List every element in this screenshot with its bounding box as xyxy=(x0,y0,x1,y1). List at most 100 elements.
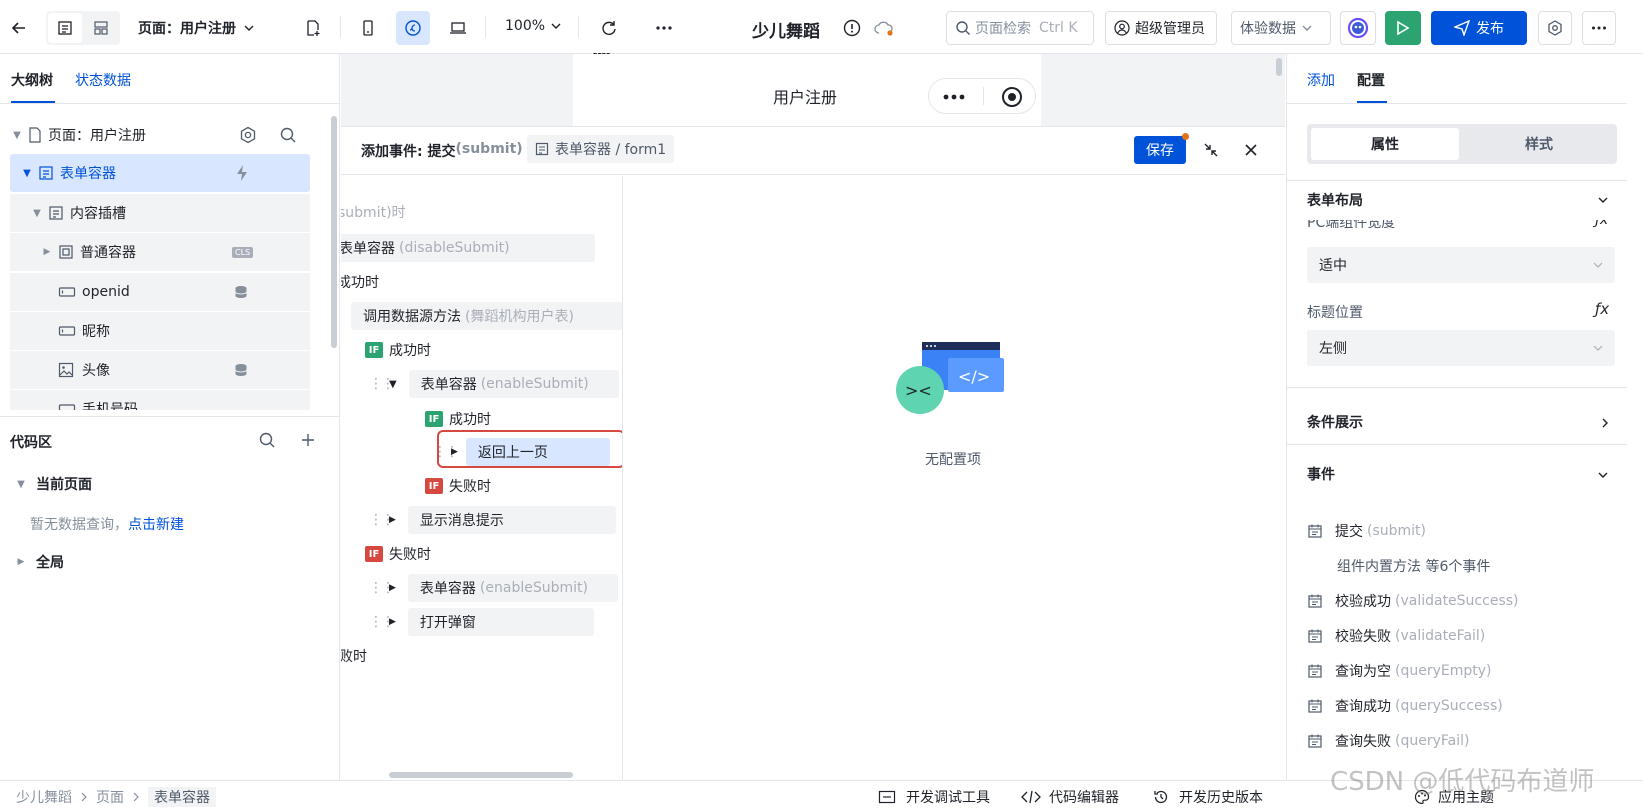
event-item-validate-success[interactable]: 校验成功 (validateSuccess) xyxy=(1307,589,1519,613)
caret-down-icon[interactable]: ▼ xyxy=(389,379,397,390)
pc-width-select[interactable]: 适中 xyxy=(1307,247,1615,283)
desktop-view-icon[interactable] xyxy=(441,11,475,45)
caret-right-icon[interactable]: ▶ xyxy=(40,247,54,257)
toolbar-divider xyxy=(340,16,341,38)
page-selector[interactable]: 页面：用户注册 xyxy=(138,18,254,38)
tree-item-form-container[interactable]: ▼ 表单容器 xyxy=(10,154,310,192)
action-open-modal-row[interactable]: ⋮⋮ ▶ 打开弹窗 xyxy=(369,608,594,636)
more-menu-icon[interactable] xyxy=(1582,11,1616,45)
seg-styles[interactable]: 样式 xyxy=(1465,128,1613,160)
drag-handle-icon[interactable]: ⋮⋮ xyxy=(369,512,395,528)
history-button[interactable]: 开发历史版本 xyxy=(1153,787,1263,807)
caret-down-icon[interactable]: ▼ xyxy=(10,130,24,141)
cloud-sync-icon[interactable] xyxy=(874,18,896,38)
tree-item-content-slot[interactable]: ▼ 内容插槽 xyxy=(10,194,310,232)
tree-item-page[interactable]: ▼ 页面：用户注册 xyxy=(10,116,310,154)
formula-icon[interactable]: ƒx xyxy=(1595,300,1609,318)
capsule-close-icon[interactable] xyxy=(1001,86,1023,108)
action-enable-submit[interactable]: 表单容器 (enableSubmit) xyxy=(408,370,619,398)
plus-icon[interactable] xyxy=(299,431,317,449)
event-item-builtin[interactable]: 组件内置方法 等6个事件 xyxy=(1337,554,1490,578)
mobile-view-icon[interactable] xyxy=(351,11,385,45)
back-arrow-icon[interactable] xyxy=(2,11,36,45)
grid-view-icon[interactable] xyxy=(84,13,118,43)
tree-scrollbar[interactable] xyxy=(331,116,337,348)
miniprogram-view-icon[interactable] xyxy=(396,11,430,45)
global-group[interactable]: ▶ 全局 xyxy=(14,552,64,572)
code-editor-button[interactable]: 代码编辑器 xyxy=(1021,787,1119,807)
events-header[interactable]: 事件 xyxy=(1307,464,1335,484)
devtools-button[interactable]: 开发调试工具 xyxy=(878,787,990,807)
tab-outline-tree[interactable]: 大纲树 xyxy=(11,70,53,90)
formula-icon[interactable]: ƒx xyxy=(1595,220,1607,228)
tree-item-openid[interactable]: openid xyxy=(10,273,310,311)
collapse-icon[interactable] xyxy=(1203,142,1219,158)
flow-trigger[interactable]: submit)时 xyxy=(341,198,406,226)
preview-button[interactable] xyxy=(1385,11,1421,45)
tab-state-data[interactable]: 状态数据 xyxy=(75,70,131,90)
refresh-icon[interactable] xyxy=(592,11,626,45)
action-enable-submit-row[interactable]: ⋮⋮ ▼ 表单容器 (enableSubmit) xyxy=(369,370,619,398)
search-icon[interactable] xyxy=(258,431,276,449)
horizontal-scrollbar[interactable] xyxy=(389,772,573,778)
search-icon[interactable] xyxy=(279,126,297,144)
breadcrumb-item[interactable]: 页面 xyxy=(96,787,124,807)
event-item-submit[interactable]: 提交 (submit) xyxy=(1307,519,1426,543)
tab-add[interactable]: 添加 xyxy=(1307,70,1335,90)
event-item-query-empty[interactable]: 查询为空 (queryEmpty) xyxy=(1307,659,1491,683)
event-item-query-fail[interactable]: 查询失败 (queryFail) xyxy=(1307,729,1469,753)
zoom-select[interactable]: 100% xyxy=(505,18,561,34)
chevron-down-icon[interactable] xyxy=(1597,194,1609,206)
event-item-validate-fail[interactable]: 校验失败 (validateFail) xyxy=(1307,624,1485,648)
caret-down-icon[interactable]: ▼ xyxy=(14,479,28,490)
chevron-right-icon[interactable] xyxy=(1599,417,1611,429)
title-position-select[interactable]: 左侧 xyxy=(1307,330,1615,366)
action-call-datasource[interactable]: 调用数据源方法 (舞蹈机构用户表) xyxy=(351,302,622,330)
save-button[interactable]: 保存 xyxy=(1134,136,1186,164)
action-show-toast[interactable]: 显示消息提示 xyxy=(407,506,616,534)
more-icon[interactable] xyxy=(647,11,681,45)
drag-handle-icon[interactable]: ⋮⋮ xyxy=(369,614,395,630)
caret-right-icon[interactable]: ▶ xyxy=(14,557,28,567)
caret-right-icon[interactable]: ▶ xyxy=(389,617,396,627)
tab-config[interactable]: 配置 xyxy=(1357,70,1385,90)
tree-item-container[interactable]: ▶ 普通容器 CLS xyxy=(10,233,310,271)
ai-assistant-icon[interactable] xyxy=(1340,11,1376,45)
page-search-input[interactable]: 页面检索 Ctrl K xyxy=(946,11,1094,45)
info-icon[interactable] xyxy=(842,18,862,38)
admin-button[interactable]: 超级管理员 xyxy=(1105,11,1217,45)
gear-icon[interactable] xyxy=(239,126,257,144)
capsule-more-icon[interactable] xyxy=(943,94,965,100)
canvas-scrollbar[interactable] xyxy=(1276,58,1282,76)
seg-properties[interactable]: 属性 xyxy=(1311,128,1459,160)
publish-button[interactable]: 发布 xyxy=(1431,11,1527,45)
chevron-down-icon[interactable] xyxy=(1597,469,1609,481)
breadcrumb-item-current[interactable]: 表单容器 xyxy=(148,787,216,807)
tree-item-phone[interactable]: 手机号码 xyxy=(10,390,310,410)
drag-handle-icon[interactable]: ⋮⋮ xyxy=(369,580,395,596)
event-item-query-success[interactable]: 查询成功 (querySuccess) xyxy=(1307,694,1503,718)
action-show-toast-row[interactable]: ⋮⋮ ▶ 显示消息提示 xyxy=(369,506,616,534)
add-page-icon[interactable] xyxy=(296,11,330,45)
current-page-group[interactable]: ▼ 当前页面 xyxy=(14,474,92,494)
lightning-icon[interactable] xyxy=(234,164,250,182)
action-enable-submit-2-row[interactable]: ⋮⋮ ▶ 表单容器 (enableSubmit) xyxy=(369,574,618,602)
action-enable-submit-2[interactable]: 表单容器 (enableSubmit) xyxy=(407,574,618,602)
settings-icon[interactable] xyxy=(1538,11,1572,45)
close-icon[interactable] xyxy=(1243,142,1259,158)
tree-item-avatar[interactable]: 头像 xyxy=(10,351,310,389)
caret-right-icon[interactable]: ▶ xyxy=(389,583,396,593)
outline-view-icon[interactable] xyxy=(48,13,82,43)
tree-item-nickname[interactable]: 昵称 xyxy=(10,312,310,350)
condition-display-header[interactable]: 条件展示 xyxy=(1307,412,1363,432)
create-query-link[interactable]: 点击新建 xyxy=(128,514,184,534)
drag-handle-icon[interactable]: ⋮⋮ xyxy=(369,376,395,392)
data-mode-select[interactable]: 体验数据 xyxy=(1231,11,1331,45)
form-layout-header[interactable]: 表单布局 xyxy=(1307,190,1363,210)
action-disable-submit[interactable]: 表单容器 (disableSubmit) xyxy=(341,234,595,262)
action-open-modal[interactable]: 打开弹窗 xyxy=(407,608,594,636)
breadcrumb-item[interactable]: 少儿舞蹈 xyxy=(16,787,72,807)
caret-right-icon[interactable]: ▶ xyxy=(389,515,396,525)
caret-down-icon[interactable]: ▼ xyxy=(20,168,34,179)
caret-down-icon[interactable]: ▼ xyxy=(30,208,44,219)
